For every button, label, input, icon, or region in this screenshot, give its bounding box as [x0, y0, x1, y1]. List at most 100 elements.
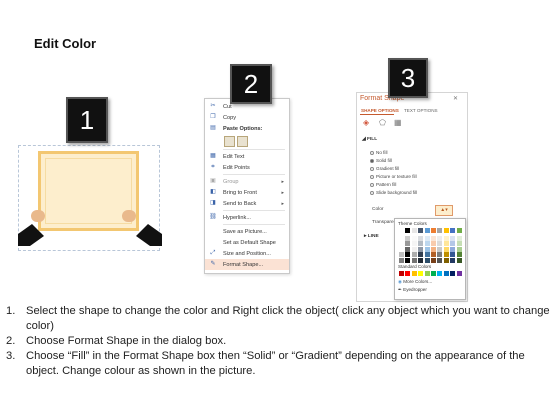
color-swatch[interactable]	[431, 228, 436, 233]
color-swatch[interactable]	[431, 252, 436, 258]
color-swatch[interactable]	[443, 228, 449, 233]
standard-color-swatch[interactable]	[424, 271, 430, 276]
menu-item-size-and-position[interactable]: ⤢ Size and Position...	[205, 248, 289, 259]
menu-item-edit-text[interactable]: ▦ Edit Text	[205, 151, 289, 162]
color-swatch[interactable]	[418, 252, 424, 258]
color-swatch[interactable]	[424, 246, 430, 252]
color-swatch[interactable]	[424, 228, 430, 233]
color-swatch[interactable]	[405, 246, 411, 252]
color-swatch[interactable]	[456, 228, 462, 233]
menu-item-bring-to-front[interactable]: ◧ Bring to Front ▸	[205, 187, 289, 198]
color-swatch[interactable]	[450, 241, 456, 247]
color-swatch[interactable]	[405, 235, 411, 241]
color-swatch[interactable]	[431, 235, 436, 241]
color-swatch[interactable]	[424, 252, 430, 258]
radio-slide-background-fill[interactable]: Slide background fill	[370, 190, 417, 195]
color-swatch[interactable]	[411, 258, 417, 263]
color-swatch[interactable]	[411, 235, 417, 241]
color-swatch[interactable]	[405, 252, 411, 258]
color-swatch[interactable]	[443, 241, 449, 247]
color-swatch[interactable]	[443, 258, 449, 263]
menu-item-send-to-back[interactable]: ◨ Send to Back ▸	[205, 198, 289, 209]
menu-item-save-as-picture[interactable]: Save as Picture...	[205, 226, 289, 237]
paste-picture-icon[interactable]	[237, 136, 248, 147]
standard-color-swatch[interactable]	[431, 271, 436, 276]
size-properties-icon[interactable]: ▦	[394, 118, 402, 127]
color-swatch[interactable]	[424, 258, 430, 263]
standard-color-swatch[interactable]	[443, 271, 449, 276]
color-swatch[interactable]	[456, 235, 462, 241]
radio-no-fill[interactable]: No fill	[370, 150, 388, 155]
color-swatch[interactable]	[437, 246, 443, 252]
color-swatch[interactable]	[450, 252, 456, 258]
standard-color-swatch[interactable]	[456, 271, 462, 276]
standard-color-swatch[interactable]	[450, 271, 456, 276]
more-colors-option[interactable]: ◉ More Colors...	[398, 279, 432, 285]
color-swatch[interactable]	[399, 241, 404, 247]
color-swatch[interactable]	[411, 228, 417, 233]
color-swatch[interactable]	[424, 241, 430, 247]
line-section-header[interactable]: ▸ LINE	[364, 234, 379, 239]
menu-item-edit-points[interactable]: ⌗ Edit Points	[205, 162, 289, 173]
color-swatch[interactable]	[399, 228, 404, 233]
color-swatch[interactable]	[405, 228, 411, 233]
color-swatch[interactable]	[450, 235, 456, 241]
color-swatch[interactable]	[431, 241, 436, 247]
menu-item-hyperlink[interactable]: ⛓ Hyperlink...	[205, 212, 289, 223]
color-swatch[interactable]	[418, 258, 424, 263]
tab-text-options[interactable]: TEXT OPTIONS	[404, 108, 438, 113]
color-swatch[interactable]	[405, 258, 411, 263]
color-swatch[interactable]	[437, 228, 443, 233]
color-swatch[interactable]	[399, 258, 404, 263]
color-swatch[interactable]	[437, 241, 443, 247]
color-swatch[interactable]	[456, 258, 462, 263]
color-swatch[interactable]	[418, 246, 424, 252]
color-swatch[interactable]	[418, 241, 424, 247]
standard-color-swatch[interactable]	[405, 271, 411, 276]
color-swatch[interactable]	[450, 228, 456, 233]
radio-solid-fill[interactable]: Solid fill	[370, 158, 392, 163]
fill-section-header[interactable]: ◢ FILL	[362, 137, 377, 142]
color-swatch[interactable]	[418, 235, 424, 241]
color-swatch[interactable]	[411, 246, 417, 252]
color-swatch[interactable]	[405, 241, 411, 247]
color-swatch[interactable]	[411, 241, 417, 247]
eyedropper-option[interactable]: ✒ Eyedropper	[398, 287, 427, 293]
menu-item-group[interactable]: ▣ Group ▸	[205, 176, 289, 187]
color-swatch[interactable]	[431, 246, 436, 252]
color-swatch[interactable]	[431, 258, 436, 263]
color-swatch[interactable]	[437, 235, 443, 241]
color-swatch[interactable]	[450, 258, 456, 263]
color-swatch[interactable]	[443, 235, 449, 241]
menu-item-set-default-shape[interactable]: Set as Default Shape	[205, 237, 289, 248]
standard-color-swatch[interactable]	[437, 271, 443, 276]
color-swatch[interactable]	[456, 246, 462, 252]
radio-gradient-fill[interactable]: Gradient fill	[370, 166, 399, 171]
effects-icon[interactable]: ⬠	[379, 118, 386, 127]
color-picker-button[interactable]: ▲▾	[435, 205, 453, 216]
tab-shape-options[interactable]: SHAPE OPTIONS	[361, 108, 399, 113]
paste-keep-formatting-icon[interactable]	[224, 136, 235, 147]
standard-color-swatch[interactable]	[418, 271, 424, 276]
color-swatch[interactable]	[450, 246, 456, 252]
color-swatch[interactable]	[443, 252, 449, 258]
color-swatch[interactable]	[399, 235, 404, 241]
close-icon[interactable]: ✕	[453, 95, 458, 102]
menu-item-copy[interactable]: ❐ Copy	[205, 112, 289, 123]
fill-line-icon[interactable]: ◈	[363, 118, 369, 127]
color-swatch[interactable]	[456, 241, 462, 247]
color-swatch[interactable]	[399, 252, 404, 258]
color-swatch[interactable]	[437, 258, 443, 263]
color-swatch[interactable]	[411, 252, 417, 258]
color-swatch[interactable]	[456, 252, 462, 258]
color-swatch[interactable]	[399, 246, 404, 252]
radio-picture-texture-fill[interactable]: Picture or texture fill	[370, 174, 417, 179]
color-swatch[interactable]	[418, 228, 424, 233]
color-swatch[interactable]	[443, 246, 449, 252]
standard-color-swatch[interactable]	[411, 271, 417, 276]
radio-pattern-fill[interactable]: Pattern fill	[370, 182, 396, 187]
menu-item-format-shape[interactable]: ✎ Format Shape...	[205, 259, 289, 270]
color-swatch[interactable]	[437, 252, 443, 258]
color-swatch[interactable]	[424, 235, 430, 241]
standard-color-swatch[interactable]	[399, 271, 404, 276]
